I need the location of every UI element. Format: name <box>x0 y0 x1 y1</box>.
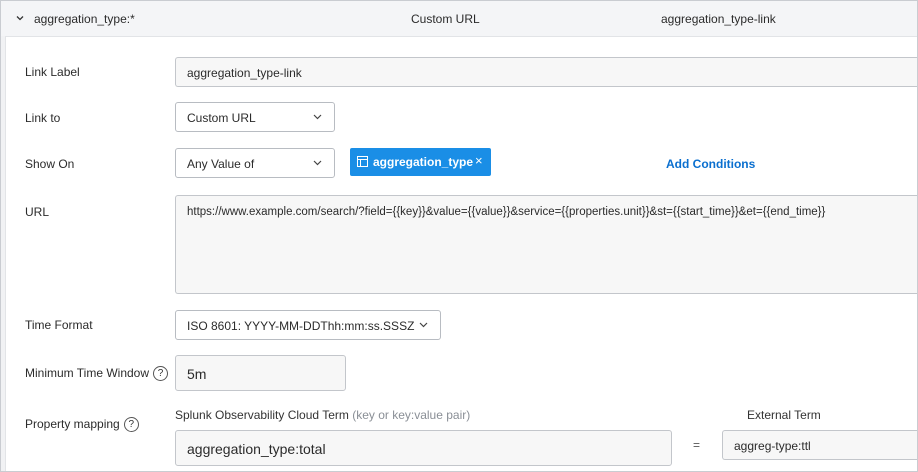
chevron-down-icon <box>419 322 428 328</box>
url-value: https://www.example.com/search/?field={{… <box>187 206 826 218</box>
link-label-input[interactable]: aggregation_type-link <box>175 57 917 87</box>
header-link-name: aggregation_type:* <box>34 12 135 26</box>
close-icon[interactable]: × <box>475 153 483 168</box>
url-label: URL <box>25 205 50 219</box>
min-time-window-label: Minimum Time Window <box>25 366 150 380</box>
splunk-term-heading: Splunk Observability Cloud Term <box>175 408 349 422</box>
splunk-term-input[interactable]: aggregation_type:total <box>175 430 672 466</box>
show-on-value: Any Value of <box>187 157 255 171</box>
left-gutter <box>1 36 6 471</box>
min-time-window-value: 5m <box>187 366 207 382</box>
splunk-term-hint: (key or key:value pair) <box>352 408 471 422</box>
help-icon[interactable]: ? <box>153 366 169 382</box>
show-on-label: Show On <box>25 157 75 171</box>
link-to-select[interactable]: Custom URL <box>175 102 335 132</box>
url-textarea[interactable]: https://www.example.com/search/?field={{… <box>175 195 917 294</box>
link-row-header[interactable]: aggregation_type:* Custom URL aggregatio… <box>1 1 917 37</box>
link-label-value: aggregation_type-link <box>187 66 302 80</box>
show-on-select[interactable]: Any Value of <box>175 148 335 178</box>
link-to-value: Custom URL <box>187 111 256 125</box>
time-format-label: Time Format <box>25 318 93 332</box>
link-label-label: Link Label <box>25 65 80 79</box>
chevron-down-icon <box>313 160 322 166</box>
min-time-window-label-group: Minimum Time Window? <box>25 366 169 382</box>
property-mapping-label-group: Property mapping? <box>25 417 139 433</box>
external-term-value: aggreg-type:ttl <box>734 439 811 453</box>
external-term-input[interactable]: aggreg-type:ttl <box>722 430 917 460</box>
chevron-down-icon <box>313 114 322 120</box>
property-mapping-label: Property mapping <box>25 417 120 431</box>
header-link-label: aggregation_type-link <box>661 12 776 26</box>
splunk-term-value: aggregation_type:total <box>187 441 326 457</box>
external-term-heading: External Term <box>747 408 821 422</box>
dimension-chip[interactable]: aggregation_type × <box>350 148 491 176</box>
min-time-window-input[interactable]: 5m <box>175 355 346 391</box>
equals-sign: = <box>693 438 701 452</box>
link-to-label: Link to <box>25 111 61 125</box>
help-icon[interactable]: ? <box>123 417 139 433</box>
add-conditions-button[interactable]: Add Conditions <box>666 157 755 171</box>
header-link-type: Custom URL <box>411 12 480 26</box>
link-editor-panel: aggregation_type:* Custom URL aggregatio… <box>0 0 918 472</box>
chevron-down-icon[interactable] <box>15 13 25 23</box>
dimension-icon <box>357 156 368 167</box>
dimension-chip-label: aggregation_type <box>373 155 474 169</box>
splunk-term-heading-group: Splunk Observability Cloud Term (key or … <box>175 408 470 422</box>
time-format-value: ISO 8601: YYYY-MM-DDThh:mm:ss.SSSZ <box>187 319 415 333</box>
time-format-select[interactable]: ISO 8601: YYYY-MM-DDThh:mm:ss.SSSZ <box>175 310 441 340</box>
